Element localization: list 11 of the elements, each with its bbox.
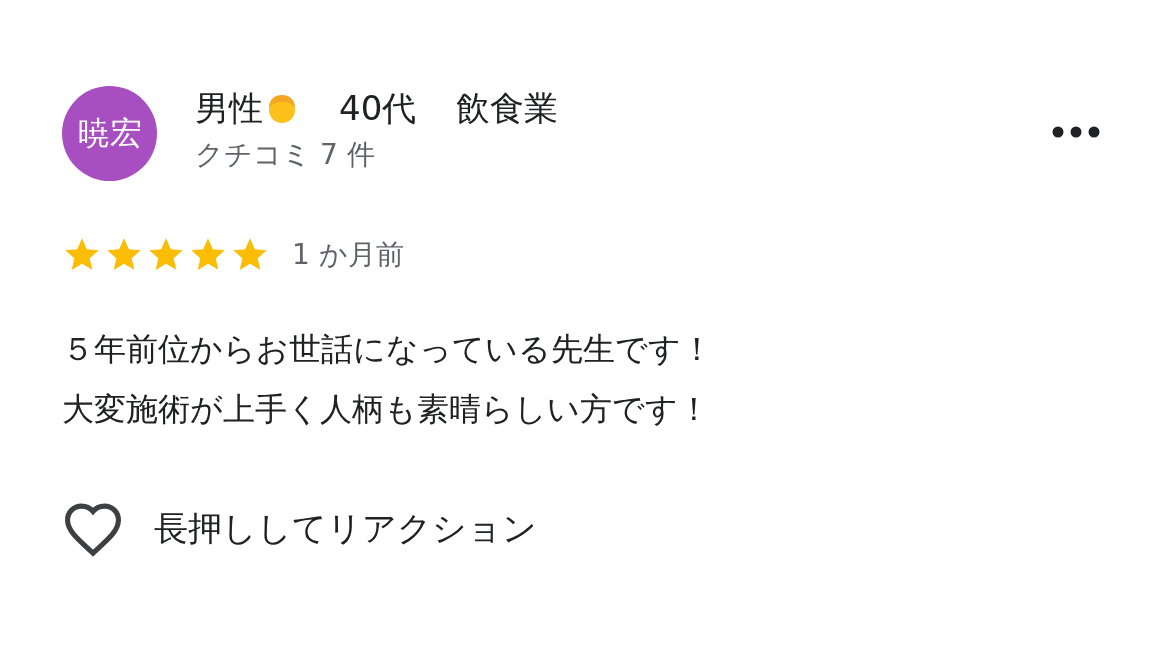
more-icon[interactable] xyxy=(1052,126,1100,138)
heart-icon[interactable] xyxy=(62,501,124,557)
industry-text: 飲食業 xyxy=(456,88,559,128)
review-text: ５年前位からお世話になっている先生です！ xyxy=(62,329,713,370)
review-count: クチコミ 7 件 xyxy=(195,137,376,173)
gender-text: 男性 xyxy=(195,88,263,128)
reaction-label[interactable]: 長押ししてリアクション xyxy=(154,506,537,552)
review-time: 1 か月前 xyxy=(292,237,404,273)
avatar: 暁宏 xyxy=(62,86,157,181)
age-text: 40代 xyxy=(339,88,417,128)
review-text: 大変施術が上手く人柄も素晴らしい方です！ xyxy=(62,389,710,430)
